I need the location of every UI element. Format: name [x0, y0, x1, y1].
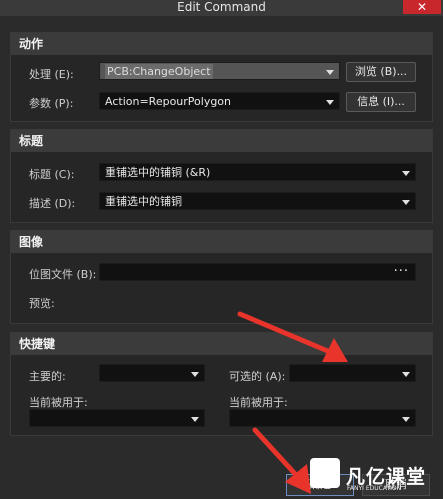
primary-label: 主要的: [29, 370, 66, 383]
caption-desc-label: 描述 (D): [29, 197, 76, 210]
close-button[interactable]: ✕ [403, 0, 441, 14]
more-dots-icon[interactable]: ··· [394, 263, 409, 281]
bitmap-field[interactable]: ··· [99, 263, 416, 281]
params-value: Action=RepourPolygon [105, 95, 232, 108]
params-combo[interactable]: Action=RepourPolygon [99, 92, 340, 110]
primary-combo[interactable] [99, 364, 205, 382]
primary-used-combo[interactable] [29, 409, 205, 427]
caption-header: 标题 [11, 130, 432, 152]
image-group: 图像 位图文件 (B): ··· 预览: [10, 230, 433, 324]
chevron-down-icon [402, 417, 410, 422]
process-combo[interactable]: PCB:ChangeObject [99, 62, 340, 80]
close-icon: ✕ [416, 0, 428, 14]
bitmap-label: 位图文件 (B): [29, 268, 97, 281]
chevron-down-icon [191, 417, 199, 422]
alt-used-label: 当前被用于: [229, 396, 288, 409]
action-group: 动作 处理 (E): PCB:ChangeObject 浏览 (B)... 参数… [10, 32, 433, 122]
process-label: 处理 (E): [29, 68, 74, 81]
caption-title-value: 重铺选中的铺铜 (&R) [105, 166, 211, 179]
title-bar: Edit Command ✕ [0, 0, 443, 16]
shortcut-group: 快捷键 主要的: 可选的 (A): 当前被用于: 当前被用于: [10, 332, 433, 436]
watermark-sub: FANYI EDUCATION [347, 485, 402, 492]
chevron-down-icon [326, 70, 334, 75]
image-header: 图像 [11, 231, 432, 253]
chevron-down-icon [402, 200, 410, 205]
primary-used-label: 当前被用于: [29, 396, 88, 409]
params-label: 参数 (P): [29, 97, 74, 110]
caption-desc-combo[interactable]: 重铺选中的铺铜 [99, 192, 416, 210]
action-header: 动作 [11, 33, 432, 55]
window-title: Edit Command [177, 0, 266, 14]
chevron-down-icon [402, 372, 410, 377]
preview-label: 预览: [29, 297, 55, 310]
caption-title-label: 标题 (C): [29, 168, 75, 181]
chevron-down-icon [402, 171, 410, 176]
info-button[interactable]: 信息 (I)... [346, 92, 416, 112]
alternative-label: 可选的 (A): [229, 370, 286, 383]
shortcut-header: 快捷键 [11, 333, 432, 355]
chevron-down-icon [326, 100, 334, 105]
caption-title-combo[interactable]: 重铺选中的铺铜 (&R) [99, 163, 416, 181]
chevron-down-icon [191, 372, 199, 377]
caption-desc-value: 重铺选中的铺铜 [105, 195, 182, 208]
annotation-arrow-1 [237, 311, 348, 362]
brand-logo-icon [310, 458, 340, 488]
process-value: PCB:ChangeObject [105, 64, 213, 79]
caption-group: 标题 标题 (C): 重铺选中的铺铜 (&R) 描述 (D): 重铺选中的铺铜 [10, 129, 433, 223]
browse-button[interactable]: 浏览 (B)... [346, 62, 416, 82]
